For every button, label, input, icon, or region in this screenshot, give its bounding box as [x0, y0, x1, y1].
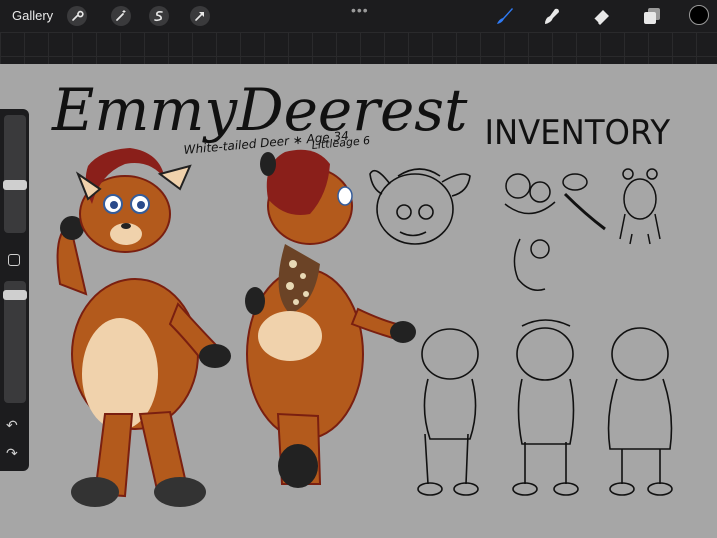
inventory-heading: INVENTORY: [485, 112, 671, 152]
smudge-icon[interactable]: [541, 5, 563, 32]
back-view-character: [245, 149, 416, 488]
brush-size-knob[interactable]: [3, 180, 27, 190]
eraser-icon[interactable]: [591, 5, 613, 32]
brush-icon[interactable]: [494, 5, 516, 32]
redo-button[interactable]: ↷: [6, 445, 18, 462]
left-sidebar: ↶ ↷: [0, 109, 29, 471]
brush-size-slider[interactable]: [4, 115, 26, 233]
wrench-icon[interactable]: [67, 6, 87, 26]
more-options-dots[interactable]: •••: [351, 2, 369, 18]
layers-icon[interactable]: [641, 5, 663, 32]
character-name-title: EmmyDeerest: [51, 76, 468, 144]
inventory-sketches: [504, 168, 661, 291]
opacity-knob[interactable]: [3, 290, 27, 300]
top-toolbar: Gallery •••: [0, 0, 717, 32]
transform-arrow-icon[interactable]: [190, 6, 210, 26]
front-view-character: [56, 148, 231, 507]
eyedropper-modifier-button[interactable]: [8, 254, 20, 266]
reference-sheet-artwork: EmmyDeerest White-tailed Deer ∗ Age 34 L…: [51, 76, 673, 507]
magic-wand-icon[interactable]: [111, 6, 131, 26]
color-picker-button[interactable]: [689, 5, 709, 25]
canvas-backdrop: [0, 32, 717, 66]
outfit-sketches: [417, 319, 673, 496]
selection-s-icon[interactable]: [149, 6, 169, 26]
gallery-button[interactable]: Gallery: [12, 8, 53, 23]
head-expression-sketch: [369, 168, 471, 245]
undo-button[interactable]: ↶: [6, 417, 18, 434]
